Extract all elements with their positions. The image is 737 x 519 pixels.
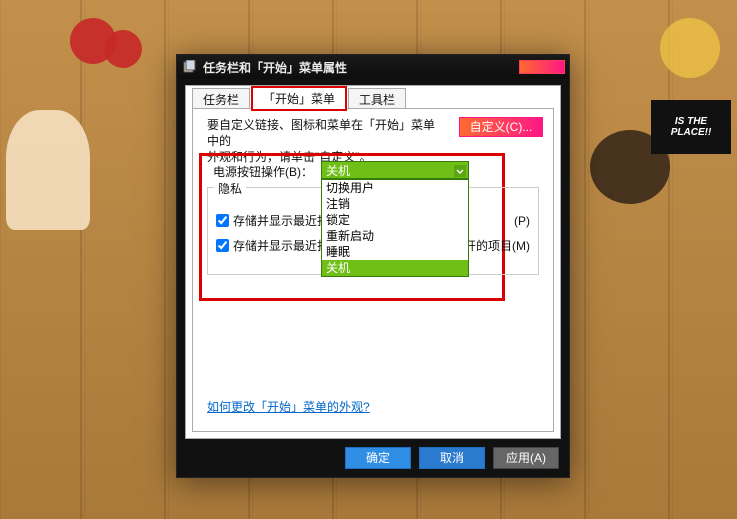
power-option-lock[interactable]: 锁定 <box>322 212 468 228</box>
checkbox-recent-items-input[interactable] <box>216 239 229 252</box>
power-option-sleep[interactable]: 睡眠 <box>322 244 468 260</box>
power-action-value: 关机 <box>326 162 350 179</box>
help-link[interactable]: 如何更改「开始」菜单的外观? <box>207 398 370 415</box>
power-action-row: 电源按钮操作(B)： <box>213 163 313 180</box>
privacy-legend: 隐私 <box>214 180 246 197</box>
checkbox-recent-programs-label: 存储并显示最近打 <box>233 212 329 229</box>
dialog-buttons: 确定 取消 应用(A) <box>345 447 559 469</box>
power-action-dropdown: 切换用户 注销 锁定 重新启动 睡眠 关机 <box>321 179 469 277</box>
power-option-shutdown[interactable]: 关机 <box>322 260 468 276</box>
titlebar: 任务栏和「开始」菜单属性 <box>177 55 569 79</box>
checkbox-recent-programs-input[interactable] <box>216 214 229 227</box>
app-icon <box>183 60 197 74</box>
tab-start-menu[interactable]: 「开始」菜单 <box>252 87 346 110</box>
close-button[interactable] <box>519 60 565 74</box>
wallpaper-blob <box>6 110 90 230</box>
power-option-logoff[interactable]: 注销 <box>322 196 468 212</box>
apply-button[interactable]: 应用(A) <box>493 447 559 469</box>
customize-button[interactable]: 自定义(C)... <box>459 117 543 137</box>
checkbox-recent-programs-tail: (P) <box>506 214 530 228</box>
wallpaper-blob <box>104 30 142 68</box>
wallpaper-blob <box>660 18 720 78</box>
chevron-down-icon <box>454 165 466 177</box>
properties-dialog: 任务栏和「开始」菜单属性 任务栏 「开始」菜单 工具栏 要自定义链接、图标和菜单… <box>176 54 570 478</box>
power-action-combo[interactable]: 关机 <box>321 161 469 179</box>
tab-panel: 要自定义链接、图标和菜单在「开始」菜单中的 外观和行为，请单击"自定义"。 自定… <box>192 108 554 432</box>
ok-button[interactable]: 确定 <box>345 447 411 469</box>
client-area: 任务栏 「开始」菜单 工具栏 要自定义链接、图标和菜单在「开始」菜单中的 外观和… <box>185 85 561 439</box>
tab-strip: 任务栏 「开始」菜单 工具栏 <box>192 85 408 108</box>
power-option-switch-user[interactable]: 切换用户 <box>322 180 468 196</box>
window-title: 任务栏和「开始」菜单属性 <box>203 59 347 76</box>
power-option-restart[interactable]: 重新启动 <box>322 228 468 244</box>
cancel-button[interactable]: 取消 <box>419 447 485 469</box>
wallpaper-text-decal: IS THEPLACE!! <box>651 100 731 154</box>
checkbox-recent-items-label: 存储并显示最近打 <box>233 237 329 254</box>
power-action-label: 电源按钮操作(B)： <box>213 163 313 180</box>
